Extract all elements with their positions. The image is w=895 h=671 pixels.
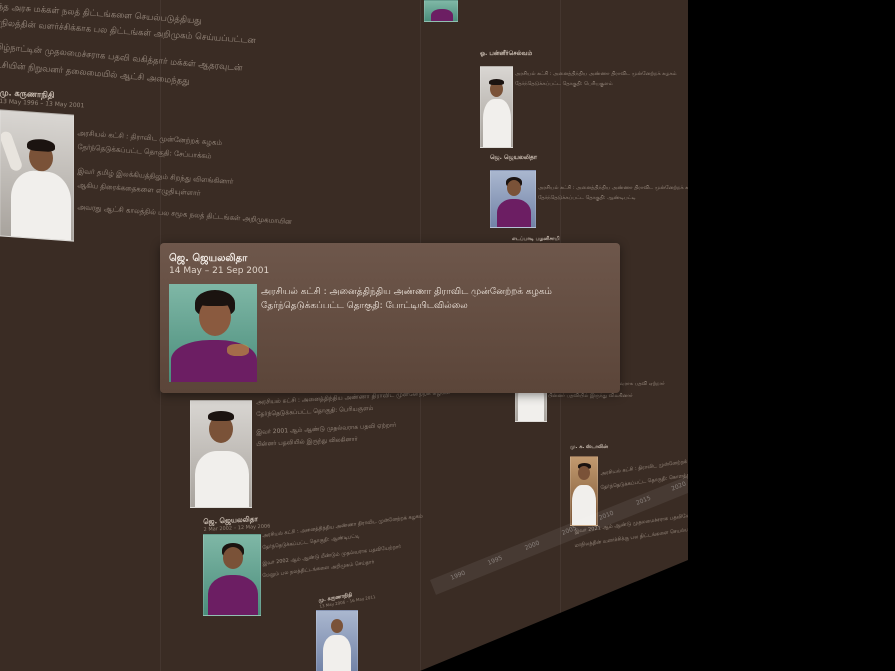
- timeline-entry[interactable]: ஜெ. ஜெயலலிதா: [490, 154, 537, 162]
- entry-text: தேர்ந்தெடுக்கப்பட்ட தொகுதி: பெரியகுளம்: [515, 81, 613, 87]
- timeline-entry[interactable]: மு. கருணாநிதி 13 May 2006 – 16 May 2011: [318, 588, 376, 609]
- entry-name: ஜெ. ஜெயலலிதா: [490, 154, 537, 161]
- entry-text: தேர்ந்தெடுக்கப்பட்ட தொகுதி: ஆண்டிபட்டி: [538, 195, 636, 201]
- entry-name: ஓ. பன்னீர்செல்வம்: [480, 50, 533, 57]
- axis-tick-label: 2005: [560, 524, 578, 537]
- portrait-photo: [169, 284, 257, 382]
- entry-text: பின்னர் பதவியில் இருந்து விலகினார்: [548, 393, 633, 399]
- portrait-photo: [316, 610, 358, 671]
- entry-text: அரசியல் கட்சி : அனைத்திந்திய அண்ணா திராவ…: [515, 71, 677, 77]
- timeline-entry[interactable]: மு. கருணாநிதி 13 May 1996 – 13 May 2001: [0, 88, 85, 109]
- portrait-photo: [0, 109, 74, 242]
- timeline-entry[interactable]: எடப்பாடி பழனிசாமி: [512, 236, 560, 242]
- portrait-photo: [203, 534, 261, 616]
- axis-tick-label: 2015: [635, 494, 652, 507]
- entry-text: அவரது ஆட்சி காலத்தில் பல சமூக நலத் திட்ட…: [77, 202, 293, 226]
- entry-name: மு. க. ஸ்டாலின்: [570, 444, 608, 450]
- portrait-photo: [190, 400, 252, 508]
- detail-popup[interactable]: ஜெ. ஜெயலலிதா 14 May – 21 Sep 2001 அரசியல…: [160, 243, 620, 393]
- popup-dates: 14 May – 21 Sep 2001: [169, 266, 270, 276]
- timeline-entry[interactable]: ஓ. பன்னீர்செல்வம்: [480, 50, 532, 58]
- axis-tick-label: 1990: [449, 569, 467, 582]
- axis-tick-label: 2010: [598, 509, 615, 522]
- entry-text: அரசியல் கட்சி : அனைத்திந்திய அண்ணா திராவ…: [538, 185, 690, 191]
- axis-tick-label: 2020: [670, 480, 688, 493]
- entry-text: பின்னர் பதவியில் இருந்து விலகினார்: [256, 435, 358, 448]
- entry-text: தேர்ந்தெடுக்கப்பட்ட தொகுதி: பெரியகுளம்: [256, 404, 374, 418]
- axis-tick-label: 1995: [486, 554, 504, 567]
- portrait-photo: [424, 0, 458, 22]
- timeline-entry[interactable]: மு. க. ஸ்டாலின்: [570, 444, 608, 450]
- entry-name: எடப்பாடி பழனிசாமி: [512, 236, 560, 242]
- entry-text: இவர் 2001 ஆம் ஆண்டு முதல்வராக பதவி ஏற்றா…: [256, 421, 397, 436]
- axis-tick-label: 2000: [523, 539, 541, 552]
- popup-title: ஜெ. ஜெயலலிதா: [169, 253, 248, 264]
- portrait-photo: [480, 66, 513, 148]
- portrait-photo: [490, 170, 536, 228]
- popup-constituency: தேர்ந்தெடுக்கப்பட்ட தொகுதி: போட்டியிடவில…: [261, 301, 468, 311]
- popup-party: அரசியல் கட்சி : அனைத்திந்திய அண்ணா திராவ…: [261, 287, 552, 297]
- timeline-entry[interactable]: ஜெ. ஜெயலலிதா 2 Mar 2002 – 12 May 2006: [203, 515, 271, 533]
